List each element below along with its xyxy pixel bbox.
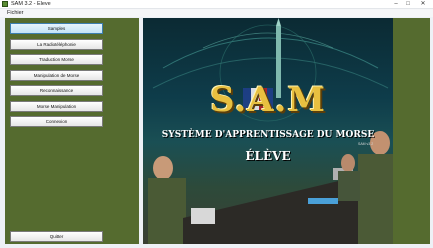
splash-image: S.A.M SYSTÈME D'APPRENTISSAGE DU MORSE S… <box>143 18 393 244</box>
nav-button-samples[interactable]: Samples <box>10 23 103 34</box>
app-window: SAM 3.2 - Eleve – □ ✕ Fichier Samples La… <box>0 0 433 248</box>
menu-file[interactable]: Fichier <box>7 10 24 16</box>
nav-button-morse-manipulation[interactable]: Morse Manipulation <box>10 101 103 112</box>
nav-button-traduction-morse[interactable]: Traduction Morse <box>10 54 103 65</box>
right-background <box>393 18 430 244</box>
nav-button-connexion[interactable]: Connexion <box>10 116 103 127</box>
sam-logo: S.A.M <box>209 80 327 120</box>
app-icon <box>2 1 8 7</box>
navigation-panel: Samples La Radiotéléphonie Traduction Mo… <box>5 18 139 244</box>
title-bar: SAM 3.2 - Eleve – □ ✕ <box>0 0 433 9</box>
nav-button-manipulation[interactable]: Manipulation de Morse <box>10 70 103 81</box>
splash-subtitle: SYSTÈME D'APPRENTISSAGE DU MORSE <box>161 130 375 140</box>
maximize-button[interactable]: □ <box>403 0 413 8</box>
role-label: ÉLÈVE <box>245 149 291 163</box>
minimize-button[interactable]: – <box>391 0 401 8</box>
nav-button-radiotelephonie[interactable]: La Radiotéléphonie <box>10 39 103 50</box>
menu-bar: Fichier <box>0 9 433 17</box>
quit-button[interactable]: Quitter <box>10 231 103 242</box>
close-button[interactable]: ✕ <box>417 0 429 8</box>
window-title: SAM 3.2 - Eleve <box>11 1 51 7</box>
version-label: SAM v3.2 <box>358 142 374 146</box>
nav-button-reconnaissance[interactable]: Reconnaissance <box>10 85 103 96</box>
